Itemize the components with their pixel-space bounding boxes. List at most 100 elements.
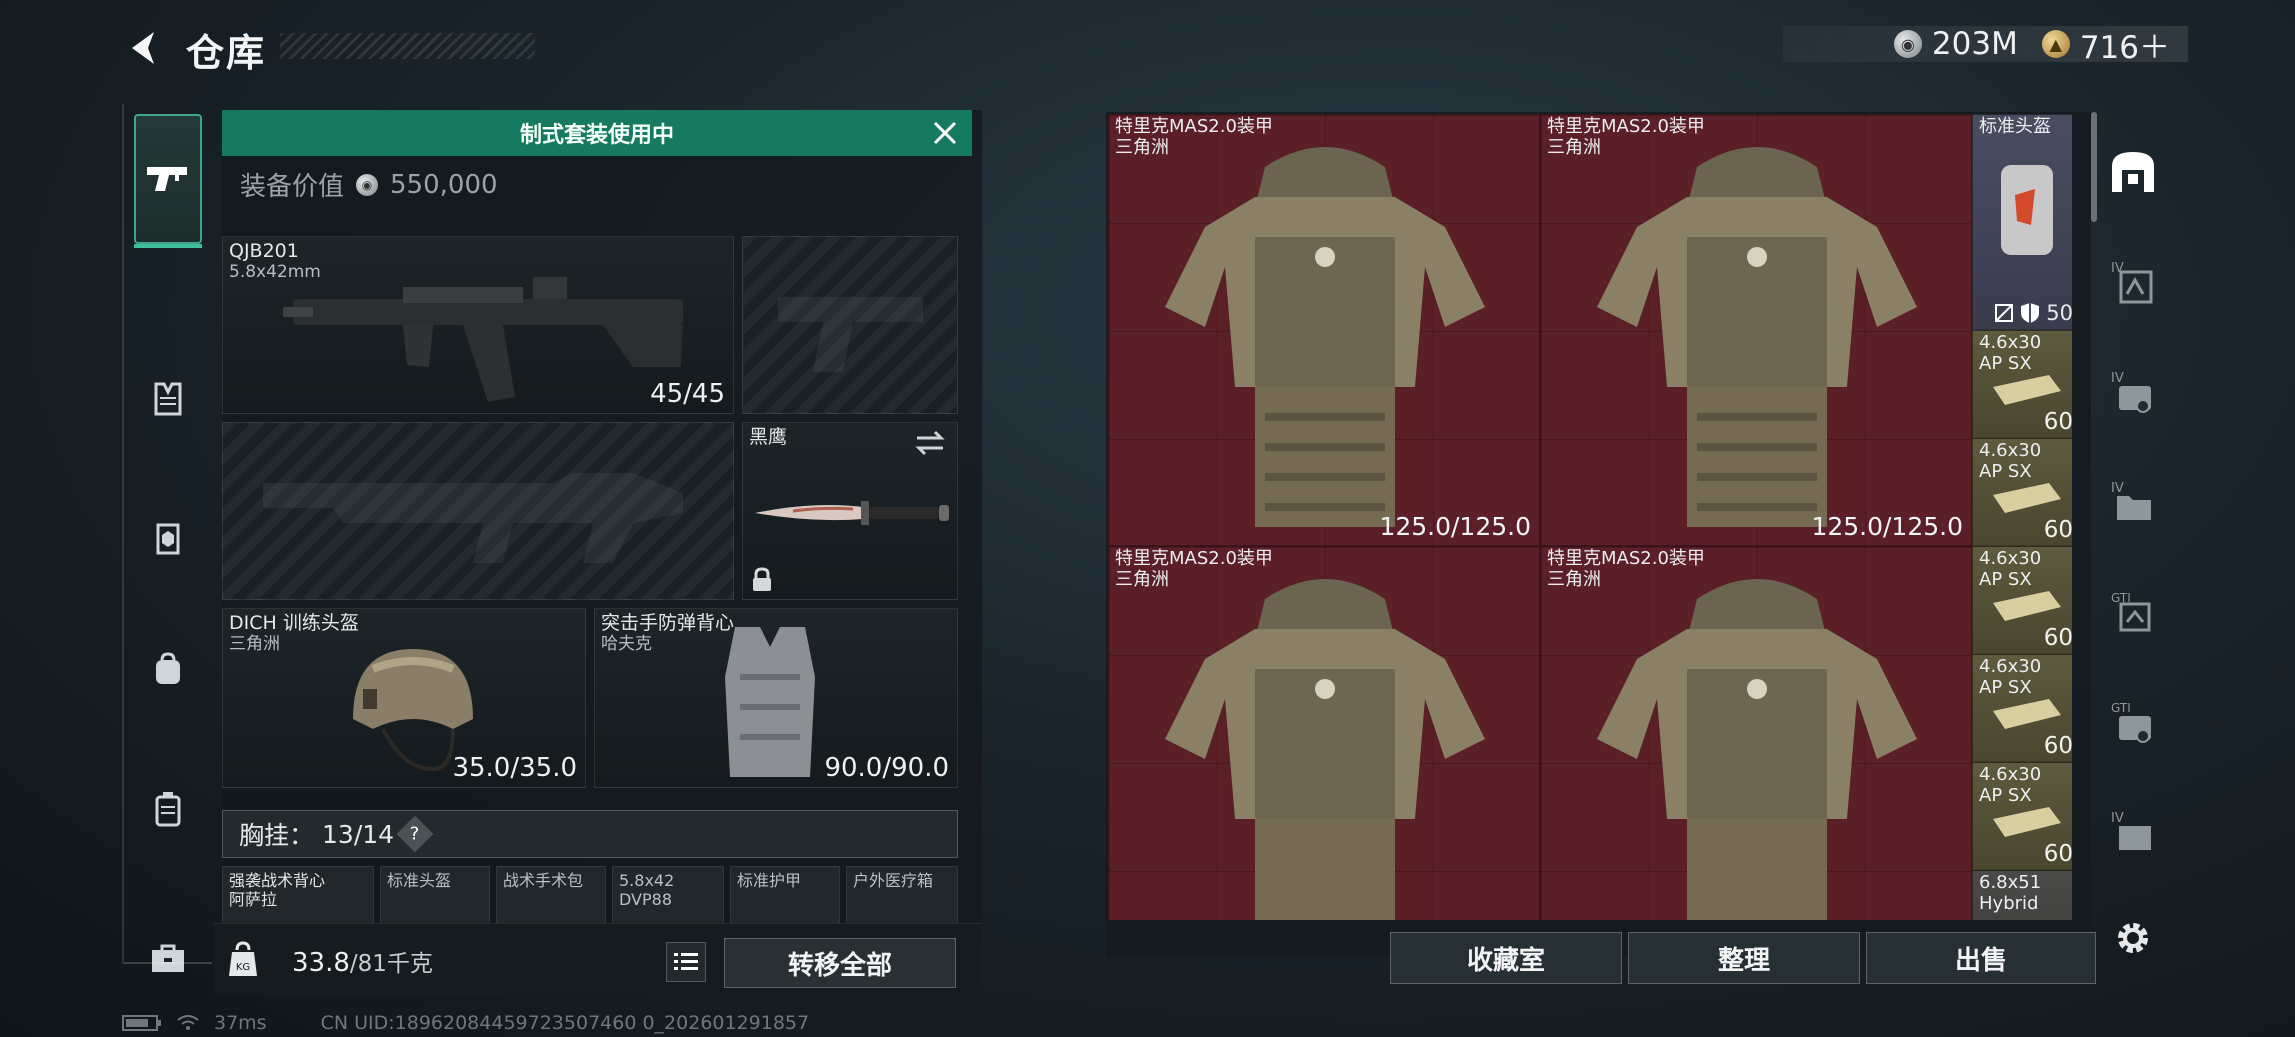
wifi-icon [177,1015,199,1030]
safe-box-icon [2112,152,2154,192]
collection-room-button[interactable]: 收藏室 [1390,932,1622,984]
transfer-all-button[interactable]: 转移全部 [724,938,956,988]
equipment-value-amount: 550,000 [390,169,498,200]
stash-item-armor[interactable]: 特里克MAS2.0装甲 三角洲 125.0/125.0 [1108,114,1540,546]
back-arrow-icon [132,32,154,64]
stash-item-ammo[interactable]: 4.6x30 AP SX 60 [1972,762,2072,870]
primary-weapon-ammo: 45/45 [650,379,725,409]
storage-tab-5[interactable]: GTI [2103,692,2163,752]
sidebar-item-armor[interactable] [134,504,202,574]
ammo-type: Hybrid [1979,892,2039,914]
ammo-name: 4.6x30 [1979,440,2042,461]
case-GTI-icon: GTI [2111,701,2151,743]
sidebar-item-chest-rig[interactable] [134,774,202,844]
list-icon [674,953,698,970]
shield-icon [2021,303,2040,323]
slot-armor[interactable]: 突击手防弹背心 哈夫克 90.0/90.0 [594,608,958,788]
body-armor-image [1597,579,1917,920]
slot-secondary-weapon[interactable] [222,422,734,600]
sell-button[interactable]: 出售 [1866,932,2096,984]
currency-silver[interactable]: ◉ 203M [1893,26,2018,62]
sort-button[interactable]: 整理 [1628,932,1860,984]
silver-coin-icon: ◉ [356,173,379,196]
uid-text: CN UID:18962084459723507460 0_2026012918… [320,1012,810,1034]
gold-coin-icon: ▲ [2041,30,2070,58]
sidebar-item-backpack[interactable] [134,634,202,704]
svg-text:KG: KG [236,962,250,973]
mini-item[interactable]: 5.8x42 DVP88 [612,866,724,924]
weight-icon: KG [229,941,257,976]
ammo-box-icon [1993,591,2061,621]
ammo-qty: 60 [2043,733,2072,759]
weight-value: 33.8/81千克 [292,944,433,978]
ammo-name: 4.6x30 [1979,548,2042,569]
stash-item-armor[interactable]: 特里克MAS2.0装甲 三角洲 [1108,546,1540,920]
storage-tab-2[interactable]: IV [2103,362,2163,422]
mini-item[interactable]: 标准护甲 [730,866,840,924]
list-view-button[interactable] [666,942,706,982]
storage-tab-1[interactable]: IV [2103,252,2163,312]
storage-tab-4[interactable]: GTI [2103,582,2163,642]
weight-max: /81千克 [349,951,433,977]
helmet-durability-value: 50 [2046,301,2072,325]
chest-rig-row[interactable]: 胸挂： 13/14 ? [222,810,958,858]
melee-name: 黑鹰 [749,426,788,448]
stash-item-armor[interactable]: 特里克MAS2.0装甲 三角洲 [1540,546,1972,920]
stash-item-ammo[interactable]: 4.6x30 AP SX 60 [1972,330,2072,438]
item-durability: 125.0/125.0 [1811,512,1963,541]
mini-item[interactable]: 户外医疗箱 [846,866,958,924]
armor-durability: 90.0/90.0 [824,753,949,783]
help-icon[interactable]: ? [396,815,434,853]
svg-text:GTI: GTI [2111,701,2131,715]
sidebar-item-vest[interactable] [134,364,202,434]
mini-item[interactable]: 战术手术包 [496,866,606,924]
item-name: 标准头盔 [1979,116,2051,137]
mini-item[interactable]: 标准头盔 [380,866,490,924]
sidebar-item-weapons[interactable] [134,114,202,248]
mini-item-name: 战术手术包 [503,871,584,890]
sidebar-item-toolbox[interactable] [134,924,202,994]
svg-text:IV: IV [2111,481,2124,496]
close-icon[interactable] [930,118,960,148]
mini-item-name: 5.8x42 [619,871,675,890]
mini-item-name: 强袭战术背心 [229,871,326,890]
ammo-name: 4.6x30 [1979,332,2042,353]
stash-item-ammo[interactable]: 6.8x51 Hybrid [1972,870,2072,920]
ammo-name: 4.6x30 [1979,656,2042,677]
currency-bar: ◉ 203M ▲ 716＋ [1783,26,2188,66]
slot-primary-weapon[interactable]: QJB201 5.8x42mm 45/45 [222,236,734,414]
ammo-info: 4.6x30 AP SX [1979,548,2042,590]
mini-item[interactable]: 强袭战术背心 阿萨拉 [222,866,374,924]
swap-icon[interactable] [913,429,947,457]
stash-item-ammo[interactable]: 4.6x30 AP SX 60 [1972,546,2072,654]
status-bar: 37ms CN UID:18962084459723507460 0_20260… [122,1012,809,1034]
storage-tab-6[interactable]: IV [2103,802,2163,862]
slot-melee[interactable]: 黑鹰 [742,422,958,600]
stash-item-ammo[interactable]: 4.6x30 AP SX 60 [1972,438,2072,546]
stash-item-ammo[interactable]: 4.6x30 AP SX 60 [1972,654,2072,762]
storage-tab-safe[interactable] [2103,142,2163,202]
backpack-tier-IV-icon: IV [2111,261,2153,304]
ammo-name: 4.6x30 [1979,764,2042,785]
item-durability: 125.0/125.0 [1379,512,1531,541]
settings-button[interactable] [2103,908,2163,968]
mini-item-sub: 阿萨拉 [229,890,278,910]
mini-item-name: 标准护甲 [737,871,802,890]
ammo-info: 4.6x30 AP SX [1979,656,2042,698]
title-decoration [280,33,535,59]
ammo-qty: 60 [2043,841,2072,867]
stash-item-helmet[interactable]: 标准头盔 50 [1972,114,2072,330]
stash-item-armor[interactable]: 特里克MAS2.0装甲 三角洲 125.0/125.0 [1540,114,1972,546]
slot-helmet[interactable]: DICH 训练头盔 三角洲 35.0/35.0 [222,608,586,788]
ammo-info: 4.6x30 AP SX [1979,332,2042,374]
silver-coin-icon: ◉ [1893,30,1922,58]
weight-current: 33.8 [292,948,350,978]
back-button[interactable] [118,20,170,76]
ping-value: 37ms [214,1012,267,1034]
ammo-info: 4.6x30 AP SX [1979,764,2042,806]
storage-tab-3[interactable]: IV [2103,472,2163,532]
currency-gold[interactable]: ▲ 716＋ [2041,22,2170,67]
toolbox-icon [152,944,184,972]
ammo-qty: 60 [2043,409,2072,435]
slot-pistol[interactable] [742,236,958,414]
